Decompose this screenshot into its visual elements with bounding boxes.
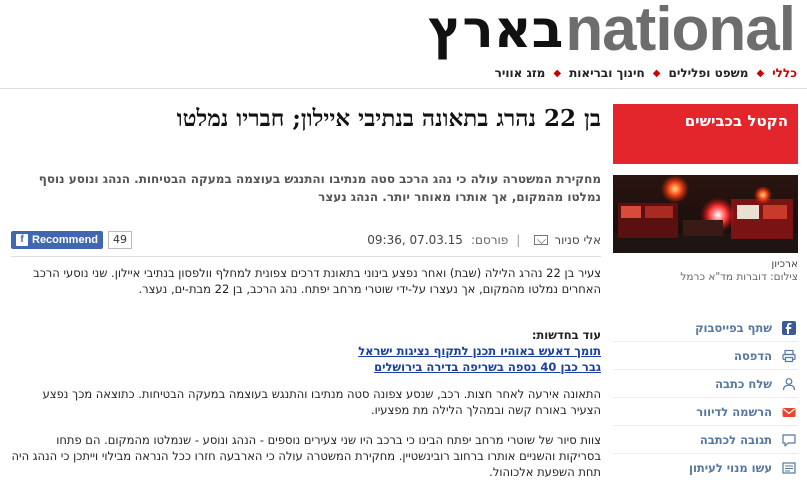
published-label: פורסם:	[470, 233, 509, 247]
facebook-icon: f	[16, 234, 28, 246]
photo-credit: צילום: דוברות מד"א כרמל	[680, 271, 798, 283]
recommend-count: 49	[108, 231, 133, 249]
print-label: הדפסה	[734, 348, 772, 363]
logo-hebrew: בארץ	[428, 0, 564, 60]
subscribe-button[interactable]: עשו מנוי לעיתון	[613, 454, 798, 482]
comment-label: תגובה לכתבה	[699, 432, 772, 447]
article-meta: אלי סניור | פורסם: 07.03.15 ,09:36 f Rec…	[11, 229, 601, 251]
road-deaths-promo[interactable]: הקטל בכבישים	[613, 104, 798, 164]
facebook-icon	[782, 320, 796, 335]
nav-item-law[interactable]: משפט ופלילים	[668, 66, 748, 80]
comment-button[interactable]: תגובה לכתבה	[613, 426, 798, 454]
comment-icon	[782, 433, 796, 447]
send-article-label: שלח כתבה	[715, 376, 772, 391]
mail-author-icon[interactable]	[534, 235, 549, 245]
meta-separator: |	[516, 233, 521, 247]
more-news-link-2[interactable]: גבר כבן 40 נספה בשריפה בדירה בירושלים	[11, 359, 601, 375]
published-date: 07.03.15 ,09:36	[367, 233, 463, 247]
article-paragraph-1: צעיר בן 22 נהרג הלילה (שבת) ואחר נפצע בי…	[33, 266, 601, 296]
site-logo[interactable]: בארץ national	[428, 0, 796, 64]
newsletter-signup-button[interactable]: הרשמה לדיוור	[613, 398, 798, 426]
article-subtitle: מחקירת המשטרה עולה כי נהג הרכב סטה מנתיב…	[38, 172, 601, 204]
nav-item-weather[interactable]: מזג אוויר	[495, 66, 546, 80]
mail-icon	[782, 407, 796, 417]
image-caption: ארכיון צילום: דוברות מד"א כרמל	[613, 258, 798, 284]
facebook-recommend-button[interactable]: f Recommend	[11, 231, 104, 249]
nav-item-education-health[interactable]: חינוך ובריאות	[569, 66, 645, 80]
print-icon	[782, 349, 796, 362]
accident-scene-image	[613, 175, 798, 253]
nav-item-general[interactable]: כללי	[772, 66, 797, 80]
more-news-link-1[interactable]: תומך דאעש באוהיו תכנן לתקוף נציגות ישראל	[11, 343, 601, 359]
section-nav: כללי ◆ משפט ופלילים ◆ חינוך ובריאות ◆ מז…	[495, 66, 797, 80]
nav-separator: ◆	[553, 67, 562, 79]
article-headline: בן 22 נהרג בתאונה בנתיבי איילון; חבריו נ…	[176, 105, 601, 132]
nav-separator: ◆	[652, 67, 661, 79]
facebook-widget: f Recommend 49	[11, 231, 133, 249]
share-tools: שתף בפייסבוק הדפסה שלח כתבה הרשמה לדיוור…	[613, 314, 798, 482]
article-paragraph-2: התאונה אירעה לאחר חצות. רכב, שנסע צפונה …	[42, 387, 601, 417]
send-article-button[interactable]: שלח כתבה	[613, 370, 798, 398]
newsletter-signup-label: הרשמה לדיוור	[696, 404, 772, 419]
share-facebook-label: שתף בפייסבוק	[695, 320, 772, 335]
article-paragraph-3: צוות סיור של שוטרי מרחב יפתח הבינו כי בר…	[11, 433, 601, 479]
logo-english: national	[565, 0, 796, 64]
article-image[interactable]	[613, 175, 798, 253]
author-name[interactable]: אלי סניור	[554, 233, 601, 247]
nav-separator: ◆	[756, 67, 765, 79]
header-divider	[0, 88, 807, 89]
newspaper-icon	[782, 462, 796, 474]
share-facebook-button[interactable]: שתף בפייסבוק	[613, 314, 798, 342]
caption-title: ארכיון	[771, 258, 798, 270]
meta-divider	[11, 256, 601, 257]
subscribe-label: עשו מנוי לעיתון	[689, 461, 772, 475]
person-icon	[782, 377, 796, 390]
recommend-label: Recommend	[32, 234, 99, 246]
more-news: עוד בחדשות: תומך דאעש באוהיו תכנן לתקוף …	[11, 327, 601, 375]
print-button[interactable]: הדפסה	[613, 342, 798, 370]
more-news-title: עוד בחדשות:	[531, 328, 601, 342]
